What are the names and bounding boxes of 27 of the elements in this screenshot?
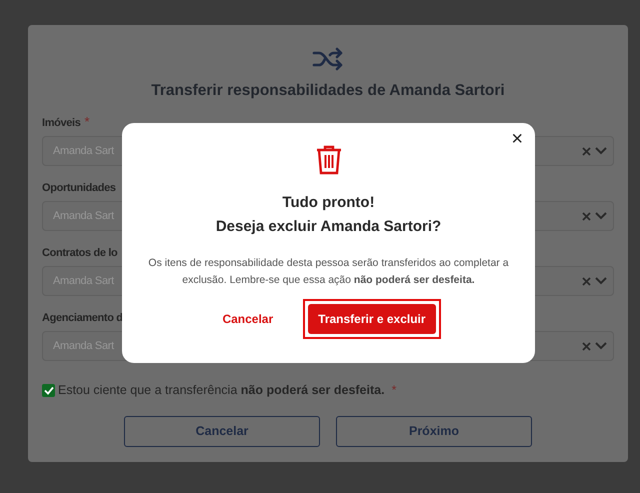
checkbox[interactable] [42,384,55,398]
clear-icon[interactable] [582,342,591,351]
confirm-message: Os itens de responsabilidade desta pessoa serão transferidos ao completar a exclusão. Lembre-se que essa ação não poderá ser desfeita. [147,256,510,288]
required-asterisk: * [84,114,90,130]
chevron-down-icon[interactable] [595,212,607,220]
clear-icon[interactable] [582,276,591,286]
field-label: Agenciamento d [42,311,123,326]
cancel-button[interactable]: Cancelar [216,309,280,329]
shuffle-icon [312,45,344,73]
dialog-heading: Tudo pronto! [281,193,376,213]
clear-icon[interactable] [582,212,591,221]
clear-icon[interactable] [582,146,591,156]
close-button[interactable]: × [509,129,525,149]
chevron-down-icon[interactable] [595,342,607,350]
acknowledge-text: Estou ciente que a transferência não poderá ser desfeita. [58,382,385,400]
transfer-and-delete-button[interactable]: Transferir e excluir [308,304,436,334]
chevron-down-icon[interactable] [595,277,607,286]
chevron-down-icon[interactable] [595,147,607,156]
dialog-heading: Deseja excluir Amanda Sartori? [214,217,442,237]
next-button[interactable]: Próximo [336,416,532,447]
dialog-title: Transferir responsabilidades de Amanda Sartori [150,81,506,101]
trash-icon [316,145,342,175]
field-label: Oportunidades [42,181,116,196]
field-label: Contratos de lo [42,246,118,262]
required-asterisk: * [392,382,396,400]
field-label: Imóveis [42,116,81,132]
cancel-button[interactable]: Cancelar [124,416,320,447]
